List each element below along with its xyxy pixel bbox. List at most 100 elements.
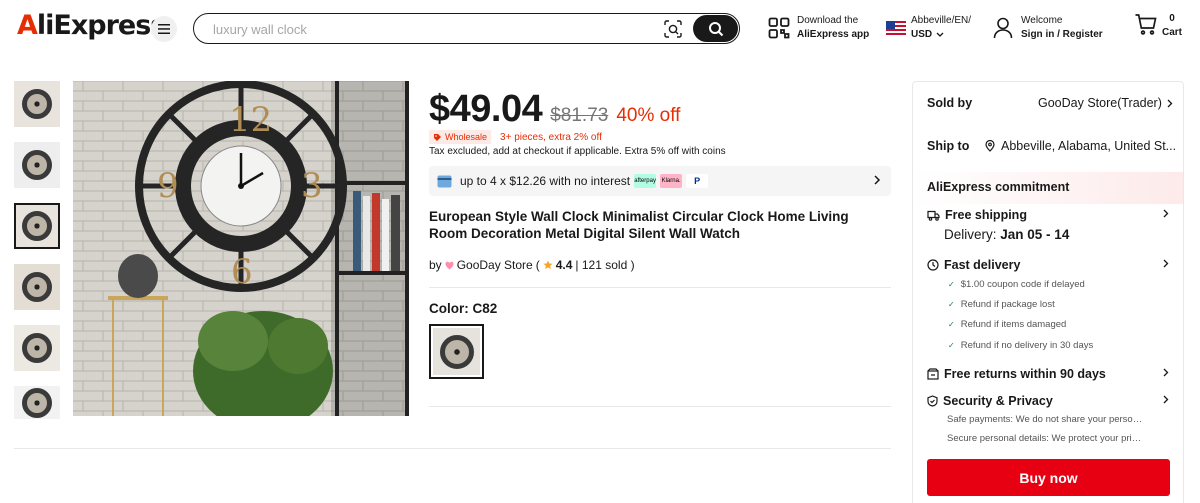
tax-note: Tax excluded, add at checkout if applica… xyxy=(429,146,726,157)
thumbnail-3[interactable] xyxy=(14,203,60,249)
guarantee-item: ✓ Refund if package lost xyxy=(948,299,1055,310)
thumbnail-4[interactable] xyxy=(14,264,60,310)
free-shipping-row[interactable]: Free shipping xyxy=(927,208,1027,222)
guarantee-text: Refund if items damaged xyxy=(960,319,1067,330)
divider xyxy=(429,406,891,407)
search-icon xyxy=(708,21,723,36)
search-button[interactable] xyxy=(693,15,738,42)
locale-text: Abbeville/EN/ xyxy=(911,15,972,26)
chevron-right-icon[interactable] xyxy=(1163,259,1169,268)
logo-text: liExpress xyxy=(36,10,166,41)
search-input[interactable] xyxy=(213,19,633,39)
paypal-badge: P xyxy=(686,174,709,188)
store-row: by GooDay Store ( 4.4 | 121 sold ) xyxy=(429,258,635,272)
clock-image xyxy=(22,272,52,302)
free-returns-label: Free returns within 90 days xyxy=(944,367,1106,381)
locale-selector[interactable]: Abbeville/EN/ USD xyxy=(886,14,971,42)
check-icon: ✓ xyxy=(948,341,955,350)
current-price: $49.04 xyxy=(429,88,543,130)
security-row[interactable]: Security & Privacy xyxy=(927,394,1053,408)
download-app-link[interactable]: Download the AliExpress app xyxy=(768,14,869,42)
sold-by-value: GooDay Store(Trader) xyxy=(1038,96,1162,110)
color-swatch-c82[interactable] xyxy=(429,324,484,379)
cart-icon xyxy=(1135,14,1157,35)
clock-image xyxy=(22,211,52,241)
aliexpress-logo[interactable]: AliExpress xyxy=(17,10,166,41)
guarantee-item: ✓ $1.00 coupon code if delayed xyxy=(948,279,1085,290)
cart-count: 0 xyxy=(1169,13,1175,24)
header: AliExpress Download the AliExpress app A… xyxy=(0,0,1200,58)
free-returns-row[interactable]: Free returns within 90 days xyxy=(927,367,1106,381)
security-label: Security & Privacy xyxy=(943,394,1053,408)
klarna-badge: Klarna. xyxy=(660,174,683,188)
user-icon xyxy=(993,17,1013,39)
afterpay-badge: afterpay xyxy=(634,174,657,188)
svg-text:9: 9 xyxy=(157,166,179,206)
chevron-right-icon[interactable] xyxy=(1163,368,1169,377)
ship-to-selector[interactable]: Abbeville, Alabama, United St... xyxy=(985,139,1176,153)
fast-delivery-label: Fast delivery xyxy=(944,258,1021,272)
fast-delivery-row[interactable]: Fast delivery xyxy=(927,258,1020,272)
cart-link[interactable]: 0 Cart xyxy=(1134,12,1182,40)
qr-code-icon xyxy=(768,17,790,39)
check-icon: ✓ xyxy=(948,300,955,309)
chevron-right-icon[interactable] xyxy=(1163,209,1169,218)
delivery-estimate: Delivery: Jan 05 - 14 xyxy=(944,227,1069,242)
product-title: European Style Wall Clock Minimalist Cir… xyxy=(429,209,849,241)
thumbnail-2[interactable] xyxy=(14,142,60,188)
location-icon xyxy=(985,140,995,152)
download-line1: Download the xyxy=(797,15,859,26)
ship-to-value: Abbeville, Alabama, United St... xyxy=(1001,139,1177,153)
currency-text: USD xyxy=(911,29,933,40)
free-shipping-label: Free shipping xyxy=(945,208,1027,222)
shield-icon xyxy=(927,395,938,407)
wholesale-row: Wholesale 3+ pieces, extra 2% off xyxy=(429,130,602,144)
thumbnail-5[interactable] xyxy=(14,325,60,371)
clock-icon xyxy=(927,259,939,271)
commitment-bar: AliExpress commitment xyxy=(913,172,1183,204)
paren-open: ( xyxy=(535,258,540,272)
menu-button[interactable] xyxy=(151,16,177,42)
menu-icon xyxy=(158,24,170,34)
sign-in-link[interactable]: Sign in / Register xyxy=(1021,28,1103,42)
buy-now-button[interactable]: Buy now xyxy=(927,459,1170,496)
return-icon xyxy=(927,368,939,380)
image-search-button[interactable] xyxy=(662,18,684,40)
chevron-right-icon xyxy=(1167,99,1173,107)
divider xyxy=(429,287,891,288)
commitment-title: AliExpress commitment xyxy=(927,180,1070,194)
divider xyxy=(14,448,891,449)
store-icon xyxy=(445,261,454,269)
star-icon xyxy=(543,260,553,270)
account-link[interactable]: Welcome Sign in / Register xyxy=(993,14,1103,42)
check-icon: ✓ xyxy=(948,320,955,329)
chevron-down-icon xyxy=(936,32,944,37)
guarantee-item: ✓ Refund if items damaged xyxy=(948,319,1066,330)
check-icon: ✓ xyxy=(948,280,955,289)
pieces-offer: 3+ pieces, extra 2% off xyxy=(500,131,602,143)
chevron-right-icon[interactable] xyxy=(1163,395,1169,404)
wholesale-badge: Wholesale xyxy=(429,130,492,144)
thumbnail-1[interactable] xyxy=(14,81,60,127)
svg-text:6: 6 xyxy=(231,252,253,292)
search-bar xyxy=(193,13,740,44)
main-product-image[interactable]: 12 9 3 6 xyxy=(73,81,409,416)
installment-icon xyxy=(437,175,452,187)
thumbnail-6[interactable] xyxy=(14,386,60,419)
cart-label: Cart xyxy=(1162,27,1183,38)
truck-icon xyxy=(927,210,940,221)
original-price: $81.73 xyxy=(550,105,609,126)
clock-image xyxy=(22,387,52,418)
clock-image xyxy=(439,334,474,369)
wholesale-icon xyxy=(434,133,441,141)
download-app-text: Download the AliExpress app xyxy=(797,14,869,42)
color-label: Color: C82 xyxy=(429,301,498,316)
wall-clock-photo: 12 9 3 6 xyxy=(73,81,409,416)
installment-bar[interactable]: up to 4 x $12.26 with no interest afterp… xyxy=(429,166,891,196)
sold-by-store[interactable]: GooDay Store(Trader) xyxy=(1038,96,1173,110)
store-link[interactable]: GooDay Store xyxy=(457,258,533,272)
purchase-panel: Sold by GooDay Store(Trader) Ship to Abb… xyxy=(912,81,1184,503)
svg-text:12: 12 xyxy=(229,100,272,140)
download-line2: AliExpress app xyxy=(797,29,870,40)
guarantee-item: ✓ Refund if no delivery in 30 days xyxy=(948,340,1093,351)
